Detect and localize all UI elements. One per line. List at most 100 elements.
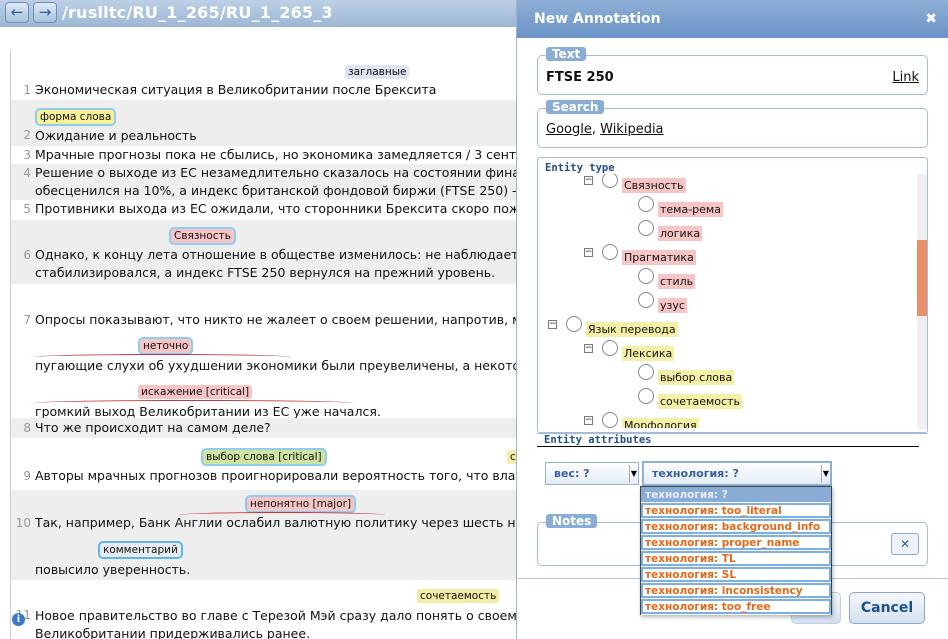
dropdown-option[interactable]: технология: proper_name: [641, 535, 831, 551]
radio-logika[interactable]: [638, 220, 654, 236]
weight-select[interactable]: вес: ? ▼: [545, 462, 639, 485]
radio-vybor-slova[interactable]: [638, 364, 654, 380]
sentence-text[interactable]: стабилизировался, а индекс FTSE 250 верн…: [35, 265, 495, 280]
entity-type-tree: − Связность тема-рема логика − Прагматик…: [538, 174, 920, 428]
dropdown-option[interactable]: технология: too_free: [641, 599, 831, 615]
sentence-text[interactable]: Однако, к концу лета отношение в обществ…: [35, 247, 516, 262]
dropdown-option[interactable]: технология: TL: [641, 551, 831, 567]
entity-leksika[interactable]: Лексика: [622, 346, 675, 361]
entity-type-fieldset: Entity type − Связность тема-рема логика…: [537, 157, 928, 433]
notes-legend: Notes: [546, 514, 598, 528]
google-link[interactable]: Google: [546, 122, 592, 137]
collapse-icon[interactable]: −: [548, 320, 557, 329]
entity-svyaznost[interactable]: Связность: [622, 178, 686, 193]
forward-button[interactable]: →: [33, 2, 57, 23]
sentence-text[interactable]: повысило уверенность.: [35, 562, 190, 577]
technology-dropdown-list[interactable]: технология: ? технология: too_literal те…: [640, 486, 832, 615]
link[interactable]: Link: [892, 70, 919, 85]
radio-svyaznost[interactable]: [602, 174, 618, 188]
close-icon[interactable]: ✖: [925, 11, 937, 27]
dropdown-option[interactable]: технология: SL: [641, 567, 831, 583]
selected-text: FTSE 250: [546, 70, 614, 85]
sentence-text[interactable]: Экономическая ситуация в Великобритании …: [35, 82, 436, 97]
sentence-text[interactable]: Новое правительство во главе с Терезой М…: [35, 608, 516, 623]
radio-yazyk-perevoda[interactable]: [566, 316, 582, 332]
sentence-text[interactable]: обесценился на 10%, а индекс британской …: [35, 183, 516, 198]
search-legend: Search: [546, 100, 605, 114]
annotation-label[interactable]: форма слова: [37, 110, 115, 124]
collapse-icon[interactable]: −: [584, 416, 593, 425]
entity-tema-rema[interactable]: тема-рема: [658, 202, 723, 217]
annotation-label[interactable]: Связность: [171, 229, 234, 243]
annotation-label[interactable]: искажение [critical]: [138, 385, 253, 399]
annotation-label[interactable]: выбор слова [critical]: [203, 450, 325, 464]
dropdown-option[interactable]: технология: ?: [641, 487, 831, 503]
sentence-row[interactable]: 5 Противники выхода из ЕС ожидали, что с…: [11, 200, 516, 220]
annotation-label[interactable]: сочетаемость: [417, 589, 500, 603]
chevron-down-icon: ▼: [629, 465, 638, 483]
sentence-text[interactable]: Ожидание и реальность: [35, 128, 197, 143]
collapse-icon[interactable]: −: [584, 176, 593, 185]
sentence-text[interactable]: Так, например, Банк Англии ослабил валют…: [35, 515, 516, 530]
sentence-row[interactable]: 7 Опросы показывают, что никто не жалеет…: [11, 284, 516, 419]
left-arrow-icon: ←: [10, 3, 24, 21]
back-button[interactable]: ←: [5, 2, 29, 23]
wikipedia-link[interactable]: Wikipedia: [600, 122, 663, 137]
sentence-row[interactable]: форма слова 2 Ожидание и реальность: [11, 100, 516, 146]
sentence-row[interactable]: 3 Мрачные прогнозы пока не сбылись, но э…: [11, 146, 516, 164]
text-legend: Text: [546, 47, 587, 61]
dialog-title: New Annotation ✖: [517, 0, 948, 38]
radio-stil[interactable]: [638, 268, 654, 284]
sentence-text[interactable]: Противники выхода из ЕС ожидали, что сто…: [35, 201, 516, 216]
sentence-row[interactable]: Связность 6 Однако, к концу лета отношен…: [11, 220, 516, 284]
sentence-text[interactable]: Авторы мрачных прогнозов проигнорировали…: [35, 468, 516, 483]
sentence-text[interactable]: Мрачные прогнозы пока не сбылись, но эко…: [35, 147, 516, 162]
radio-tema-rema[interactable]: [638, 196, 654, 212]
collapse-icon[interactable]: −: [584, 344, 593, 353]
annotation-label[interactable]: с: [507, 450, 516, 464]
radio-pragmatika[interactable]: [602, 244, 618, 260]
sentence-text[interactable]: Великобритании придерживались ранее.: [35, 626, 310, 639]
tree-scrollbar[interactable]: [917, 174, 927, 429]
dropdown-option[interactable]: технология: inconsistency: [641, 583, 831, 599]
entity-stil[interactable]: стиль: [658, 274, 696, 289]
entity-pragmatika[interactable]: Прагматика: [622, 250, 696, 265]
entity-sochetaemost[interactable]: сочетаемость: [658, 394, 742, 409]
sentence-row[interactable]: непонятно [major] 10 Так, например, Банк…: [11, 490, 516, 580]
scrollbar-thumb[interactable]: [917, 240, 927, 316]
dropdown-option[interactable]: технология: background_info: [641, 519, 831, 535]
sentence-text[interactable]: Опросы показывают, что никто не жалеет о…: [35, 312, 516, 327]
annotation-label[interactable]: непонятно [major]: [247, 497, 355, 511]
technology-select[interactable]: технология: ? ▼: [643, 462, 831, 485]
annotation-label[interactable]: заглавные: [345, 65, 410, 79]
sentence-row[interactable]: заглавные 1 Экономическая ситуация в Вел…: [11, 62, 516, 100]
document-view: заглавные 1 Экономическая ситуация в Вел…: [10, 50, 516, 639]
cancel-button[interactable]: Cancel: [849, 592, 925, 624]
clear-icon[interactable]: ✕: [891, 533, 919, 555]
radio-morfologiya[interactable]: [602, 412, 618, 428]
info-icon[interactable]: i: [12, 613, 25, 626]
entity-uzus[interactable]: узус: [658, 298, 687, 313]
collapse-icon[interactable]: −: [584, 248, 593, 257]
chevron-down-icon: ▼: [821, 465, 830, 483]
annotation-label[interactable]: комментарий: [100, 543, 181, 557]
sentence-row[interactable]: выбор слова [critical] с 9 Авторы мрачны…: [11, 438, 516, 490]
radio-sochetaemost[interactable]: [638, 388, 654, 404]
radio-uzus[interactable]: [638, 292, 654, 308]
sentence-row[interactable]: 4 Решение о выходе из ЕС незамедлительно…: [11, 164, 516, 200]
entity-morfologiya[interactable]: Морфология: [622, 418, 699, 428]
dropdown-option[interactable]: технология: too_literal: [641, 503, 831, 519]
annotation-label[interactable]: неточно: [140, 339, 192, 353]
document-header: ← → /ruslltc/RU_1_265/RU_1_265_3: [0, 0, 516, 27]
sentence-text[interactable]: Решение о выходе из ЕС незамедлительно с…: [35, 165, 516, 180]
entity-vybor-slova[interactable]: выбор слова: [658, 370, 735, 385]
sentence-row[interactable]: 8 Что же происходит на самом деле?: [11, 418, 516, 438]
sentence-text[interactable]: громкий выход Великобритании из ЕС уже н…: [35, 404, 381, 419]
entity-yazyk-perevoda[interactable]: Язык перевода: [586, 322, 678, 337]
entity-logika[interactable]: логика: [658, 226, 703, 241]
radio-leksika[interactable]: [602, 340, 618, 356]
sentence-text[interactable]: пугающие слухи об ухудшении экономики бы…: [35, 358, 516, 373]
document-path: /ruslltc/RU_1_265/RU_1_265_3: [62, 3, 333, 22]
sentence-row[interactable]: сочетаемость 11 Новое правительство во г…: [11, 580, 516, 639]
sentence-text[interactable]: Что же происходит на самом деле?: [35, 420, 271, 435]
